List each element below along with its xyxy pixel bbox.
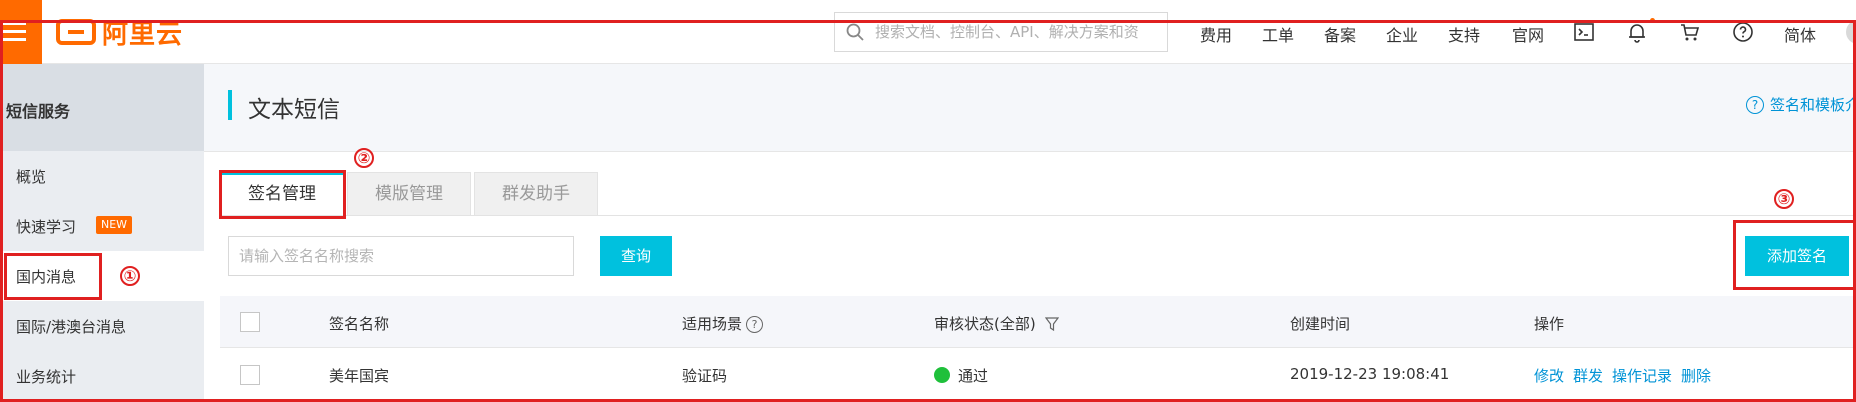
annotation-marker-2: ② bbox=[354, 148, 374, 168]
annotation-marker-3: ③ bbox=[1774, 189, 1794, 209]
sidebar-item-quick-start[interactable]: 快速学习 NEW bbox=[0, 201, 204, 251]
question-icon: ? bbox=[1746, 95, 1764, 114]
sidebar-item-domestic[interactable]: 国内消息 bbox=[0, 251, 204, 301]
tab-bulk-send[interactable]: 群发助手 bbox=[474, 172, 598, 216]
edit-link[interactable]: 修改 bbox=[1534, 367, 1564, 385]
signature-scene: 验证码 bbox=[682, 367, 728, 385]
help-link[interactable]: ? 签名和模板介 bbox=[1746, 94, 1856, 115]
nav-official-site[interactable]: 官网 bbox=[1512, 22, 1544, 46]
search-icon[interactable] bbox=[835, 12, 875, 52]
bulk-send-link[interactable]: 群发 bbox=[1573, 367, 1603, 385]
cart-icon[interactable] bbox=[1678, 20, 1702, 44]
tabs-divider bbox=[220, 215, 1856, 216]
sidebar-item-overview[interactable]: 概览 bbox=[0, 151, 204, 201]
sidebar-item-statistics[interactable]: 业务统计 bbox=[0, 351, 204, 401]
menu-icon[interactable] bbox=[0, 0, 42, 64]
nav-support[interactable]: 支持 bbox=[1448, 22, 1480, 46]
filter-icon[interactable] bbox=[1044, 317, 1059, 335]
tab-templates[interactable]: 模版管理 bbox=[347, 172, 471, 216]
table-header: 签名名称 适用场景? 审核状态(全部) 创建时间 操作 bbox=[220, 296, 1856, 348]
query-button[interactable]: 查询 bbox=[600, 236, 672, 276]
sidebar: 短信服务 概览 快速学习 NEW 国内消息 国际/港澳台消息 业务统计 bbox=[0, 64, 204, 402]
signature-name: 美年国宾 bbox=[329, 367, 390, 385]
search-input[interactable] bbox=[875, 23, 1165, 41]
page-header: 文本短信 ? 签名和模板介 bbox=[204, 64, 1856, 152]
help-icon[interactable] bbox=[1731, 20, 1755, 44]
logo-text: 阿里云 bbox=[102, 19, 184, 50]
signature-created: 2019-12-23 19:08:41 bbox=[1290, 365, 1450, 383]
nav-billing[interactable]: 费用 bbox=[1200, 22, 1232, 46]
language-switch[interactable]: 简体 bbox=[1784, 22, 1816, 46]
sidebar-item-label: 快速学习 bbox=[16, 218, 77, 236]
annotation-marker-1: ① bbox=[120, 266, 140, 286]
signature-status: 通过 bbox=[934, 365, 988, 386]
select-all-checkbox[interactable] bbox=[240, 312, 260, 332]
notification-dot bbox=[1650, 18, 1655, 23]
help-link-label: 签名和模板介 bbox=[1770, 96, 1856, 114]
col-name: 签名名称 bbox=[329, 315, 390, 333]
sidebar-item-label: 业务统计 bbox=[16, 368, 77, 386]
nav-ticket[interactable]: 工单 bbox=[1262, 22, 1294, 46]
nav-enterprise[interactable]: 企业 bbox=[1386, 22, 1418, 46]
nav-icp[interactable]: 备案 bbox=[1324, 22, 1356, 46]
aliyun-logo-icon bbox=[56, 19, 96, 45]
sidebar-item-international[interactable]: 国际/港澳台消息 bbox=[0, 301, 204, 351]
title-accent-bar bbox=[228, 90, 232, 120]
global-search[interactable] bbox=[834, 12, 1168, 52]
main-content: 文本短信 ? 签名和模板介 签名管理 模版管理 群发助手 查询 添加签名 签名名… bbox=[204, 64, 1856, 402]
top-bar: 阿里云 费用 工单 备案 企业 支持 官网 简体 bbox=[0, 0, 1856, 64]
bell-icon[interactable] bbox=[1625, 20, 1649, 44]
terminal-icon[interactable] bbox=[1572, 20, 1596, 44]
sidebar-item-label: 国际/港澳台消息 bbox=[16, 318, 127, 336]
aliyun-logo[interactable]: 阿里云 bbox=[56, 14, 183, 50]
col-created: 创建时间 bbox=[1290, 315, 1351, 333]
sidebar-title: 短信服务 bbox=[6, 102, 71, 121]
table-row: 美年国宾 验证码 通过 2019-12-23 19:08:41 修改 群发 操作记录… bbox=[220, 348, 1856, 402]
sidebar-header: 短信服务 bbox=[0, 64, 204, 151]
sidebar-item-label: 概览 bbox=[16, 168, 47, 186]
row-checkbox[interactable] bbox=[240, 365, 260, 385]
operation-log-link[interactable]: 操作记录 bbox=[1612, 367, 1672, 385]
tab-signatures[interactable]: 签名管理 bbox=[220, 172, 344, 216]
add-signature-button[interactable]: 添加签名 bbox=[1745, 236, 1849, 276]
col-ops: 操作 bbox=[1534, 315, 1565, 333]
new-badge: NEW bbox=[96, 216, 133, 234]
col-scene: 适用场景? bbox=[682, 313, 764, 334]
page-title: 文本短信 bbox=[248, 97, 340, 123]
delete-link[interactable]: 删除 bbox=[1681, 367, 1711, 385]
avatar[interactable] bbox=[1846, 20, 1856, 44]
signature-search-input[interactable] bbox=[228, 236, 574, 276]
row-actions: 修改 群发 操作记录 删除 bbox=[1534, 365, 1720, 386]
sidebar-item-label: 国内消息 bbox=[16, 268, 77, 286]
status-dot-icon bbox=[934, 367, 950, 383]
scene-help-icon[interactable]: ? bbox=[746, 316, 764, 333]
col-status: 审核状态(全部) bbox=[934, 313, 1059, 335]
